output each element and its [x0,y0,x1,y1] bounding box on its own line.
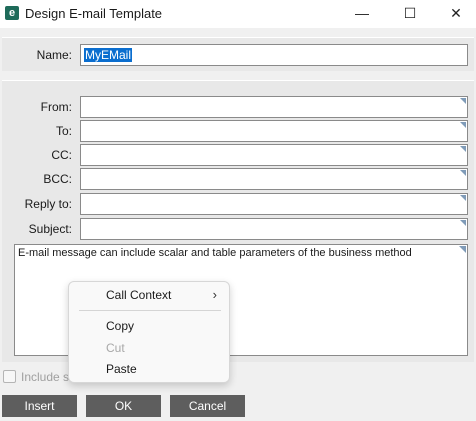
expand-corner-icon[interactable] [460,220,466,226]
menu-item-label: Call Context [106,288,172,302]
app-logo-icon: e [5,6,19,20]
name-label: Name: [36,48,72,62]
window-title: Design E-mail Template [25,6,163,21]
title-bar: e Design E-mail Template — ☐ ✕ [0,0,476,28]
expand-corner-icon[interactable] [460,122,466,128]
to-label: To: [55,124,72,138]
insert-button[interactable]: Insert [2,395,77,417]
subject-label: Subject: [28,222,72,236]
maximize-icon[interactable]: ☐ [387,0,433,28]
bcc-field[interactable] [80,168,468,190]
cancel-button[interactable]: Cancel [170,395,245,417]
minimize-icon[interactable]: — [339,0,385,28]
name-input[interactable]: MyEMail [80,44,468,66]
subject-field[interactable] [80,218,468,240]
context-menu: Call Context › Copy Cut Paste [68,281,230,383]
expand-corner-icon[interactable] [459,246,466,253]
expand-corner-icon[interactable] [460,98,466,104]
ok-button[interactable]: OK [86,395,161,417]
to-field[interactable] [80,120,468,142]
chevron-right-icon: › [212,287,217,302]
from-label: From: [40,100,72,114]
expand-corner-icon[interactable] [460,146,466,152]
menu-item-copy[interactable]: Copy [69,316,229,336]
cc-field[interactable] [80,144,468,166]
message-body-text: E-mail message can include scalar and ta… [18,247,412,259]
reply-to-field[interactable] [80,193,468,215]
menu-item-paste[interactable]: Paste [69,359,229,379]
menu-separator [79,310,221,311]
name-panel: Name: MyEMail [2,37,474,71]
include-checkbox[interactable] [3,370,16,383]
bcc-label: BCC: [43,172,72,186]
close-icon[interactable]: ✕ [433,0,476,28]
menu-item-call-context[interactable]: Call Context › [69,285,229,305]
expand-corner-icon[interactable] [460,170,466,176]
reply-to-label: Reply to: [24,197,72,211]
expand-corner-icon[interactable] [460,195,466,201]
menu-item-cut: Cut [106,341,125,355]
from-field[interactable] [80,96,468,118]
cc-label: CC: [51,148,72,162]
name-value-selected: MyEMail [84,48,133,62]
include-checkbox-label: Include sl [21,370,72,384]
